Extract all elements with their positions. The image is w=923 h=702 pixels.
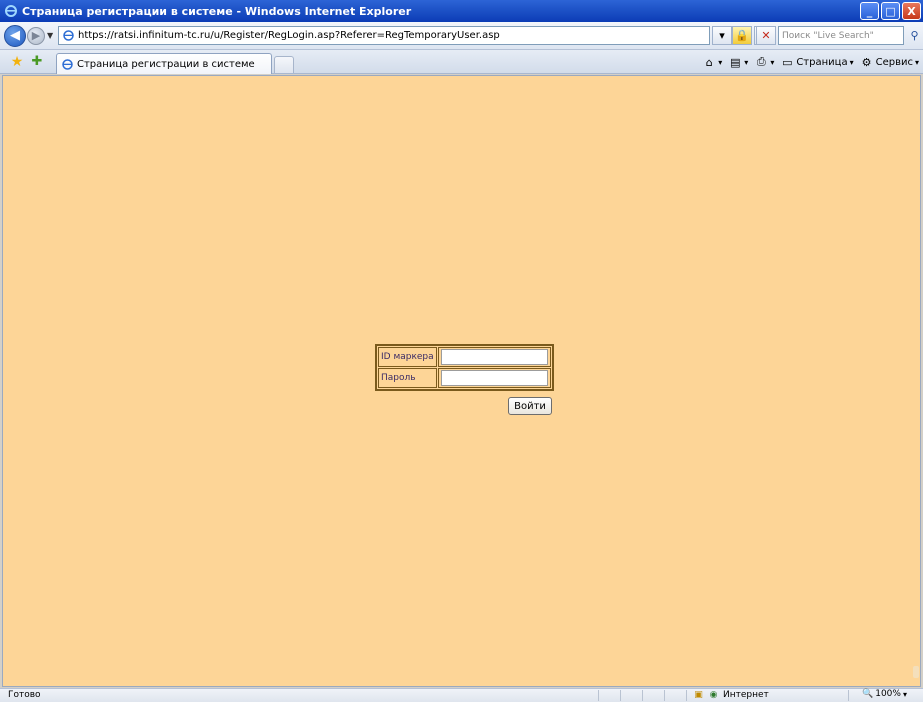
favorites-star-icon[interactable]: ★ [8,53,26,71]
password-row: Пароль [378,368,551,388]
print-button[interactable]: ⎙ ▾ [754,55,774,69]
url-text: https://ratsi.infinitum-tc.ru/u/Register… [78,30,500,41]
print-icon: ⎙ [756,55,766,68]
status-text: Готово [8,690,41,700]
id-row: ID маркера [378,347,551,367]
password-input[interactable] [440,370,548,386]
zoom-text: 100% [875,689,901,699]
tabs-toolbar: ★ ✚ Страница регистрации в системе ⌂ ▾ ▤ ▾… [0,50,923,74]
security-zone[interactable]: ▣ ◉ Интернет [693,689,769,700]
tools-menu-label: Сервис [875,56,913,68]
page-content: ID маркера Пароль Войти [2,75,921,687]
status-bar: Готово ▣ ◉ Интернет 🔍 100% ▾ [0,688,923,702]
search-input[interactable]: Поиск "Live Search" [778,26,904,45]
page-menu-icon: ▭ [782,55,793,69]
zoom-icon: 🔍 [862,689,874,699]
address-toolbar: ◀ ▶ ▼ https://ratsi.infinitum-tc.ru/u/Re… [0,22,923,50]
tab-page-icon [61,58,73,70]
feeds-button[interactable]: ▤ ▾ [728,55,748,69]
home-button[interactable]: ⌂ ▾ [702,55,723,69]
status-divider [642,690,643,701]
close-button[interactable]: X [902,2,921,20]
id-label: ID маркера [378,347,437,367]
status-divider [620,690,621,701]
stop-button[interactable]: ✕ [756,26,776,45]
login-form: ID маркера Пароль Войти [375,344,554,415]
zoom-control[interactable]: 🔍 100% ▾ [862,689,907,699]
address-field[interactable]: https://ratsi.infinitum-tc.ru/u/Register… [58,26,710,45]
page-icon [62,30,74,42]
title-bar: Страница регистрации в системе - Windows… [0,0,923,22]
forward-button[interactable]: ▶ [27,26,45,45]
minimize-button[interactable]: _ [860,2,879,20]
password-label: Пароль [378,368,437,388]
home-icon: ⌂ [705,55,713,69]
zoom-dropdown-icon[interactable]: ▾ [903,690,907,699]
ie-icon [4,4,18,18]
password-field-cell [437,368,551,388]
lock-icon: ▣ [694,689,703,700]
new-tab-button[interactable] [274,56,294,73]
scrollbar[interactable] [912,76,920,686]
window-title: Страница регистрации в системе - Windows… [22,4,412,18]
page-menu-label: Страница [796,56,848,68]
resize-grip[interactable] [913,666,919,678]
status-divider [686,690,687,701]
command-bar: ⌂ ▾ ▤ ▾ ⎙ ▾ ▭ Страница ▾ ⚙ Сервис ▾ [702,53,919,71]
id-field-cell [437,347,551,367]
back-button[interactable]: ◀ [4,24,26,47]
status-divider [598,690,599,701]
address-dropdown-button[interactable]: ▾ [712,26,732,45]
status-divider [664,690,665,701]
history-dropdown[interactable]: ▼ [47,31,57,40]
lock-icon[interactable]: 🔒 [732,26,752,45]
zone-text: Интернет [723,689,769,700]
maximize-button[interactable]: □ [881,2,900,20]
login-table: ID маркера Пароль [375,344,554,391]
feeds-icon: ▤ [730,55,741,69]
tools-menu[interactable]: ⚙ Сервис ▾ [860,55,919,69]
login-button[interactable]: Войти [508,397,552,415]
tab-title: Страница регистрации в системе [77,58,255,70]
gear-icon: ⚙ [861,55,872,69]
globe-icon: ◉ [709,689,718,700]
status-divider [848,690,849,701]
add-favorites-icon[interactable]: ✚ [28,53,46,71]
search-placeholder: Поиск "Live Search" [782,30,874,41]
search-icon[interactable]: ⚲ [906,26,923,45]
tab-current[interactable]: Страница регистрации в системе [56,53,272,74]
page-menu[interactable]: ▭ Страница ▾ [780,55,853,69]
id-input[interactable] [440,349,548,365]
